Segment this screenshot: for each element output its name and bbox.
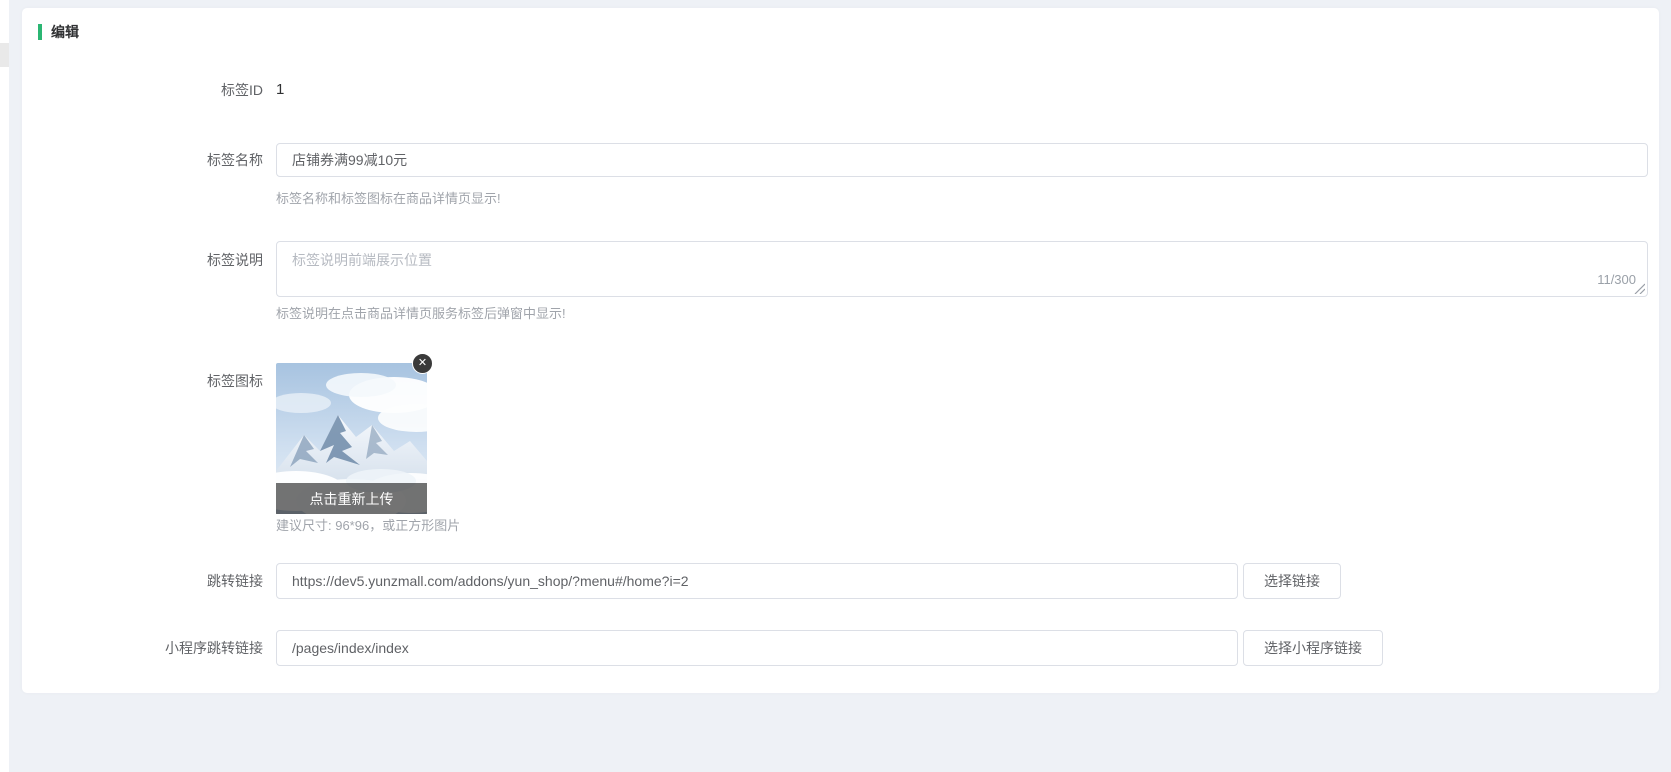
tag-desc-helper: 标签说明在点击商品详情页服务标签后弹窗中显示! xyxy=(276,306,566,321)
mini-link-label: 小程序跳转链接 xyxy=(22,637,276,659)
tag-id-value: 1 xyxy=(276,81,284,98)
edit-panel: 编辑 标签ID 1 标签名称 标签名称和标签图标在商品详情页显示! 标签说明 标… xyxy=(22,8,1659,693)
accent-bar xyxy=(38,24,42,40)
mini-link-row: 小程序跳转链接 选择小程序链接 xyxy=(22,630,1659,666)
tag-desc-textarea[interactable]: 标签说明前端展示位置 xyxy=(276,241,1648,297)
reupload-overlay[interactable]: 点击重新上传 xyxy=(276,483,427,514)
left-edge-strip xyxy=(0,0,9,772)
tag-name-label: 标签名称 xyxy=(22,149,276,171)
tag-id-label: 标签ID xyxy=(22,79,276,101)
tag-desc-helper-row: 标签说明在点击商品详情页服务标签后弹窗中显示! xyxy=(22,305,1659,323)
sidebar-fragment xyxy=(0,43,9,67)
char-counter: 11/300 xyxy=(1597,273,1636,287)
icon-uploader[interactable]: 点击重新上传 ✕ xyxy=(276,363,427,514)
tag-name-helper: 标签名称和标签图标在商品详情页显示! xyxy=(276,191,501,206)
jump-link-input[interactable] xyxy=(276,563,1238,599)
resize-handle-icon[interactable] xyxy=(1634,283,1645,294)
tag-icon-helper: 建议尺寸: 96*96，或正方形图片 xyxy=(276,518,460,533)
tag-desc-label: 标签说明 xyxy=(22,241,276,271)
select-mini-link-button[interactable]: 选择小程序链接 xyxy=(1243,630,1383,666)
tag-icon-row: 标签图标 xyxy=(22,363,1659,514)
tag-name-helper-row: 标签名称和标签图标在商品详情页显示! xyxy=(22,190,1659,208)
page-title: 编辑 xyxy=(51,22,79,42)
jump-link-label: 跳转链接 xyxy=(22,570,276,592)
jump-link-row: 跳转链接 选择链接 xyxy=(22,563,1659,599)
tag-icon-helper-row: 建议尺寸: 96*96，或正方形图片 xyxy=(22,517,1659,535)
tag-name-row: 标签名称 xyxy=(22,143,1659,177)
close-icon[interactable]: ✕ xyxy=(412,353,433,374)
tag-icon-label: 标签图标 xyxy=(22,363,276,392)
tag-id-row: 标签ID 1 xyxy=(22,79,1659,101)
panel-header: 编辑 xyxy=(38,22,1659,42)
mini-link-input[interactable] xyxy=(276,630,1238,666)
select-link-button[interactable]: 选择链接 xyxy=(1243,563,1341,599)
tag-desc-row: 标签说明 标签说明前端展示位置 11/300 xyxy=(22,241,1659,297)
tag-name-input[interactable] xyxy=(276,143,1648,177)
